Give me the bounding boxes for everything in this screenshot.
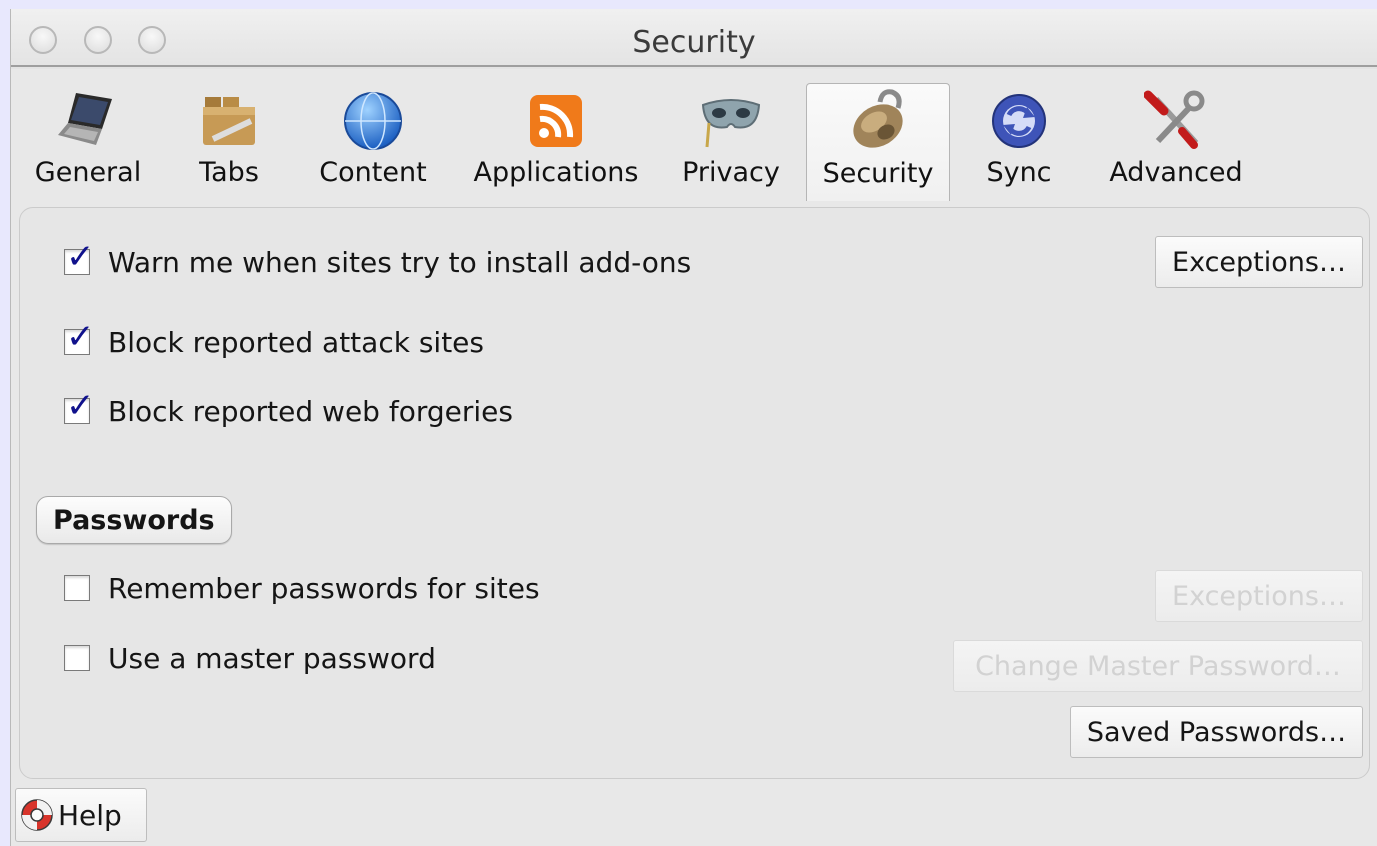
window-title: Security <box>632 25 756 60</box>
block-web-forgeries-option[interactable]: ✓ Block reported web forgeries <box>64 389 513 431</box>
title-bar: Security <box>11 9 1377 69</box>
preferences-window: Security General Tabs Content Applicatio… <box>10 9 1377 846</box>
passwords-group-header: Passwords <box>36 496 232 544</box>
rss-feed-icon <box>530 95 582 147</box>
tab-security-label: Security <box>822 158 934 189</box>
checkmark-icon: ✓ <box>66 317 95 357</box>
remember-passwords-checkbox[interactable] <box>64 575 90 601</box>
globe-icon <box>344 92 402 150</box>
block-web-forgeries-label: Block reported web forgeries <box>108 394 513 428</box>
master-password-label: Use a master password <box>108 641 436 675</box>
sync-arrows-icon <box>992 94 1046 148</box>
saved-passwords-button[interactable]: Saved Passwords… <box>1070 706 1363 758</box>
tab-general[interactable]: General <box>31 67 145 203</box>
tab-content-label: Content <box>319 157 427 188</box>
checkmark-icon: ✓ <box>66 237 95 277</box>
laptop-icon <box>58 93 112 145</box>
tab-general-label: General <box>34 157 142 188</box>
tab-content[interactable]: Content <box>317 67 429 203</box>
addons-warning-option[interactable]: ✓ Warn me when sites try to install add-… <box>64 240 692 282</box>
block-attack-sites-checkbox[interactable]: ✓ <box>64 320 95 355</box>
master-password-checkbox[interactable] <box>64 645 90 671</box>
tab-advanced[interactable]: Advanced <box>1107 67 1245 203</box>
password-exceptions-button[interactable]: Exceptions… <box>1155 570 1363 622</box>
padlock-icon <box>853 89 903 148</box>
remember-passwords-option[interactable]: Remember passwords for sites <box>64 568 540 608</box>
addons-warning-label: Warn me when sites try to install add-on… <box>108 245 692 279</box>
change-master-password-button[interactable]: Change Master Password… <box>953 640 1363 692</box>
block-attack-sites-option[interactable]: ✓ Block reported attack sites <box>64 320 484 362</box>
tab-applications[interactable]: Applications <box>473 67 639 203</box>
tab-privacy[interactable]: Privacy <box>681 67 781 203</box>
tab-advanced-label: Advanced <box>1109 157 1243 188</box>
mask-icon <box>701 99 761 148</box>
tab-tabs[interactable]: Tabs <box>187 67 271 203</box>
tab-privacy-label: Privacy <box>682 157 780 188</box>
tab-sync-label: Sync <box>986 157 1052 188</box>
tab-security[interactable]: Security <box>806 83 950 201</box>
lifebuoy-icon <box>21 799 53 831</box>
help-label: Help <box>58 798 122 832</box>
remember-passwords-label: Remember passwords for sites <box>108 571 540 605</box>
checkmark-icon: ✓ <box>66 386 95 426</box>
master-password-option[interactable]: Use a master password <box>64 638 436 678</box>
security-panel: ✓ Warn me when sites try to install add-… <box>19 207 1370 779</box>
tab-sync[interactable]: Sync <box>979 67 1059 203</box>
block-web-forgeries-checkbox[interactable]: ✓ <box>64 389 95 424</box>
tab-tabs-label: Tabs <box>199 157 259 188</box>
block-attack-sites-label: Block reported attack sites <box>108 325 484 359</box>
folder-tabs-icon <box>203 97 255 145</box>
help-button[interactable]: Help <box>15 788 147 842</box>
addons-warning-checkbox[interactable]: ✓ <box>64 240 95 275</box>
preferences-toolbar: General Tabs Content Applications Privac… <box>11 67 1377 207</box>
tools-icon <box>1144 90 1205 149</box>
tab-applications-label: Applications <box>473 157 639 188</box>
addons-exceptions-button[interactable]: Exceptions… <box>1155 236 1363 288</box>
